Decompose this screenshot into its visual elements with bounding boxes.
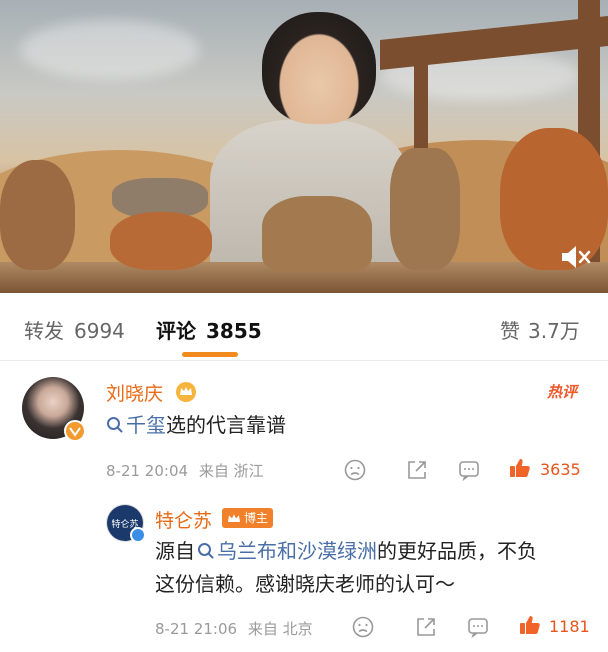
search-icon <box>107 417 123 433</box>
reply-body-line2: 这份信赖。感谢晓庆老师的认可～ <box>155 572 455 596</box>
tab-repost-count: 6994 <box>74 319 125 343</box>
tab-repost[interactable]: 转发 6994 <box>24 315 125 344</box>
reply-text: 源自 乌兰布和沙漠绿洲的更好品质，不负 这份信赖。感谢晓庆老师的认可～ <box>155 535 595 601</box>
hot-comment-badge: 热评 <box>547 383 578 401</box>
share-button[interactable] <box>414 615 438 639</box>
comment-body: 选的代言靠谱 <box>166 413 286 437</box>
blogger-badge-label: 博主 <box>244 511 269 525</box>
clay-sculpture <box>0 160 75 270</box>
share-icon <box>408 461 426 479</box>
tab-bar: 转发 6994 评论 3855 赞 3.7万 <box>0 293 608 361</box>
mute-icon <box>562 246 591 268</box>
comment-icon <box>459 461 479 482</box>
like-button[interactable] <box>508 456 532 480</box>
tab-comment[interactable]: 评论 3855 <box>156 315 262 344</box>
dislike-icon <box>344 459 366 481</box>
comment-text: 千玺选的代言靠谱 <box>106 409 286 442</box>
tab-like-label: 赞 <box>500 319 520 343</box>
comment-button[interactable] <box>466 615 490 639</box>
like-button[interactable] <box>518 613 542 637</box>
topic-link[interactable]: 千玺 <box>106 413 166 437</box>
dislike-button[interactable] <box>351 615 375 639</box>
topic-link[interactable]: 乌兰布和沙漠绿洲 <box>195 539 377 563</box>
like-icon <box>510 459 530 477</box>
comment-time: 8-21 20:04 <box>106 462 189 480</box>
clay-sculpture <box>390 148 460 270</box>
comment-meta: 8-21 20:04 来自 浙江 <box>106 460 264 481</box>
like-count: 3635 <box>540 460 581 479</box>
reply-meta: 8-21 21:06 来自 北京 <box>155 618 313 639</box>
dislike-icon <box>352 616 374 638</box>
like-icon <box>520 616 540 634</box>
tab-comment-label: 评论 <box>156 319 196 343</box>
topic-text: 千玺 <box>126 413 166 437</box>
active-tab-indicator <box>182 352 238 357</box>
comment-icon <box>468 618 488 639</box>
tab-comment-count: 3855 <box>206 319 262 343</box>
reply-username[interactable]: 特仑苏 <box>155 506 212 533</box>
like-count: 1181 <box>549 617 590 636</box>
person-head <box>262 12 376 124</box>
clay-pot <box>110 212 212 270</box>
share-icon <box>417 618 435 636</box>
tab-like[interactable]: 赞 3.7万 <box>500 315 580 344</box>
reply-body-line1: 的更好品质，不负 <box>377 539 537 563</box>
mute-button[interactable] <box>558 240 592 274</box>
cloud <box>20 20 200 80</box>
topic-text: 乌兰布和沙漠绿洲 <box>217 539 377 563</box>
reply-location: 来自 北京 <box>247 620 313 638</box>
dislike-button[interactable] <box>343 458 367 482</box>
tab-repost-label: 转发 <box>24 319 64 343</box>
reply-prefix: 源自 <box>155 539 195 563</box>
blogger-badge: 博主 <box>222 508 274 528</box>
crown-icon <box>174 380 198 402</box>
crown-icon <box>228 514 240 522</box>
comment-username[interactable]: 刘晓庆 <box>106 379 163 406</box>
reply-time: 8-21 21:06 <box>155 620 238 638</box>
verified-badge-icon <box>64 420 86 442</box>
search-icon <box>198 543 214 559</box>
share-button[interactable] <box>405 458 429 482</box>
comment-location: 来自 浙江 <box>198 462 264 480</box>
clay-sculpture <box>262 196 372 272</box>
tab-like-count: 3.7万 <box>528 319 580 343</box>
verified-badge-icon <box>130 527 146 543</box>
comment-button[interactable] <box>457 458 481 482</box>
video-player[interactable] <box>0 0 608 293</box>
